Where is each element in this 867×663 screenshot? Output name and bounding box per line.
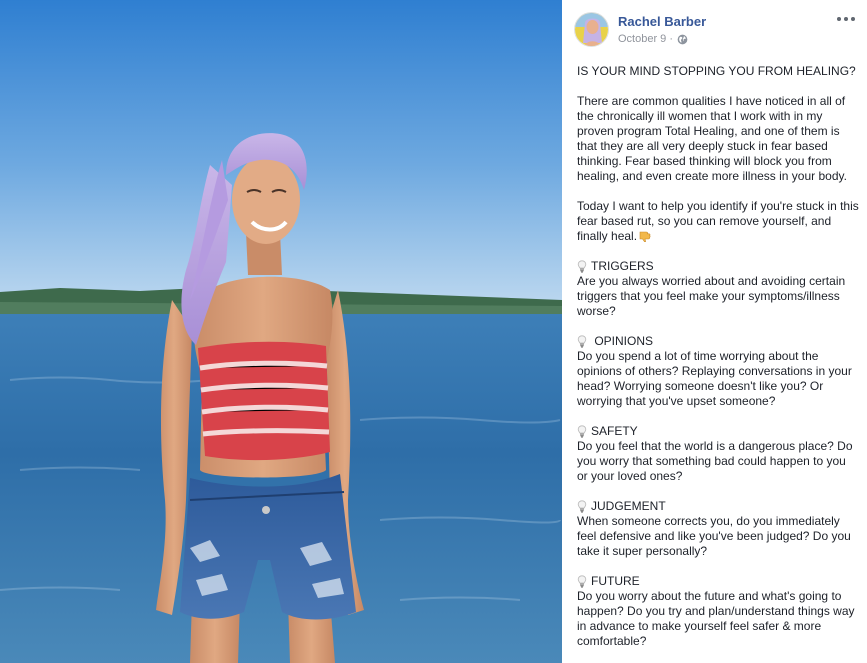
section-title: FUTURE — [591, 574, 640, 588]
photo-of-woman-by-sea — [0, 0, 562, 663]
post-today-text: Today I want to help you identify if you… — [577, 199, 859, 243]
section-judgement: JUDGEMENT When someone corrects you, do … — [577, 499, 859, 559]
section-safety: SAFETY Do you feel that the world is a d… — [577, 424, 859, 484]
lightbulb-icon — [577, 260, 587, 273]
lightbulb-icon — [577, 335, 587, 348]
globe-icon[interactable] — [677, 34, 688, 45]
section-text: Do you spend a lot of time worrying abou… — [577, 349, 852, 408]
more-options-button[interactable] — [837, 12, 855, 26]
post-date-link[interactable]: October 9 — [618, 33, 666, 45]
avatar[interactable] — [574, 12, 609, 47]
striped-top — [198, 341, 330, 461]
post-body: IS YOUR MIND STOPPING YOU FROM HEALING? … — [577, 64, 859, 663]
section-title: TRIGGERS — [591, 259, 654, 273]
section-triggers: TRIGGERS Are you always worried about an… — [577, 259, 859, 319]
section-text: When someone corrects you, do you immedi… — [577, 514, 851, 558]
author-name-link[interactable]: Rachel Barber — [618, 14, 706, 29]
lightbulb-icon — [577, 425, 587, 438]
post-meta: October 9 · — [618, 33, 688, 45]
post-side-panel: Rachel Barber October 9 · IS YOUR MIND S… — [562, 0, 867, 663]
post-today: Today I want to help you identify if you… — [577, 199, 859, 244]
author-avatar-image — [575, 13, 608, 46]
section-title: JUDGEMENT — [591, 499, 666, 513]
section-text: Do you feel that the world is a dangerou… — [577, 439, 853, 483]
pointing-down-icon — [639, 231, 651, 242]
more-options-icon-dot — [851, 17, 855, 21]
more-options-icon-dot — [844, 17, 848, 21]
post-intro: There are common qualities I have notice… — [577, 94, 847, 183]
more-options-icon-dot — [837, 17, 841, 21]
post-photo[interactable] — [0, 0, 562, 663]
section-opinions: OPINIONS Do you spend a lot of time worr… — [577, 334, 859, 409]
lightbulb-icon — [577, 575, 587, 588]
section-future: FUTURE Do you worry about the future and… — [577, 574, 859, 649]
section-text: Are you always worried about and avoidin… — [577, 274, 846, 318]
post-headline: IS YOUR MIND STOPPING YOU FROM HEALING? — [577, 64, 856, 78]
section-title: OPINIONS — [591, 334, 654, 348]
section-text: Do you worry about the future and what's… — [577, 589, 855, 648]
meta-separator: · — [669, 33, 673, 45]
post-header: Rachel Barber October 9 · — [562, 0, 867, 56]
lightbulb-icon — [577, 500, 587, 513]
section-title: SAFETY — [591, 424, 638, 438]
photo-viewer: Rachel Barber October 9 · IS YOUR MIND S… — [0, 0, 867, 663]
